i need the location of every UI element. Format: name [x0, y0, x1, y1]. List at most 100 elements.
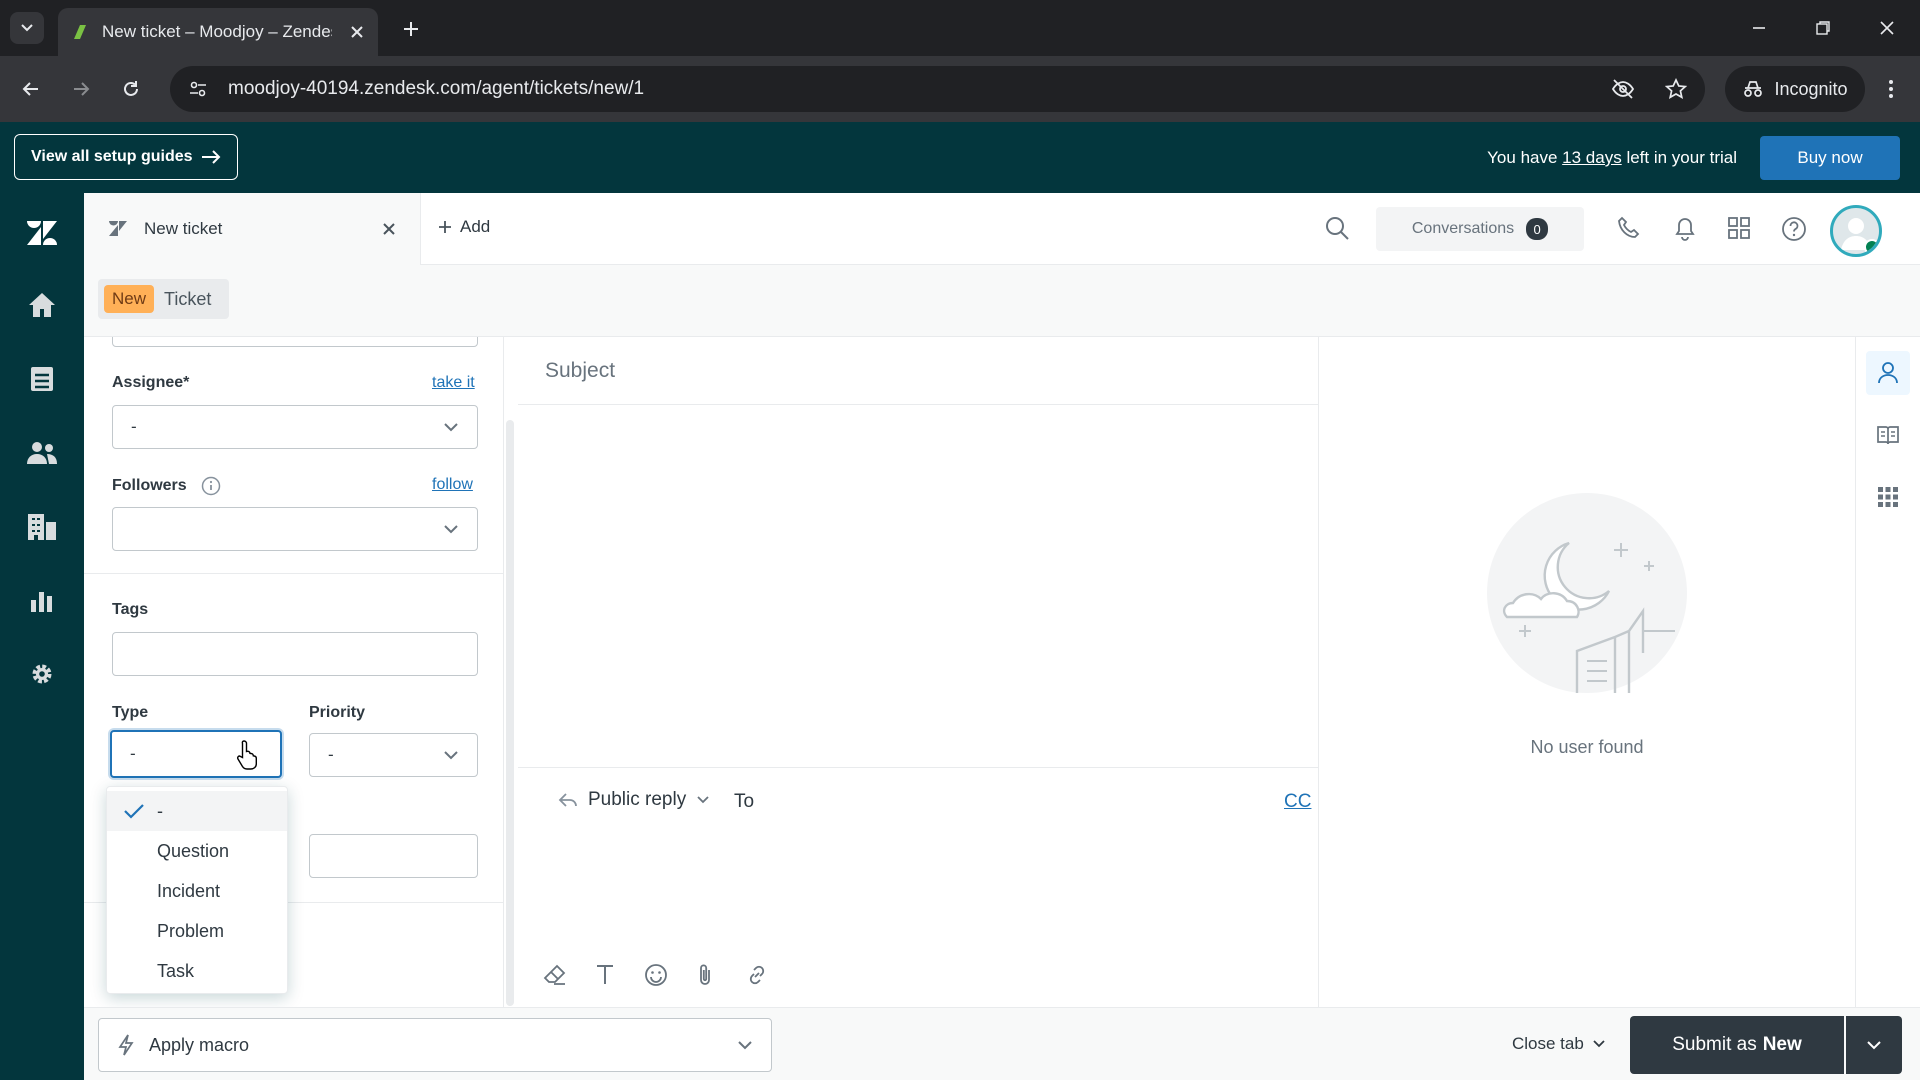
emoji-icon[interactable]: [643, 962, 669, 988]
url-text[interactable]: moodjoy-40194.zendesk.com/agent/tickets/…: [228, 78, 644, 100]
link-icon[interactable]: [744, 962, 770, 988]
browser-menu-button[interactable]: [1876, 74, 1906, 104]
gear-icon[interactable]: [22, 654, 62, 694]
incognito-indicator[interactable]: Incognito: [1725, 66, 1865, 112]
follow-link[interactable]: follow: [432, 476, 473, 494]
apps-grid-icon[interactable]: [1726, 215, 1752, 241]
no-user-illustration: [1477, 485, 1697, 705]
plus-icon: [439, 221, 451, 233]
context-rail: [1855, 337, 1920, 1007]
reply-body-input[interactable]: [538, 837, 1298, 947]
home-icon[interactable]: [22, 285, 62, 325]
info-icon[interactable]: [201, 476, 221, 496]
address-bar[interactable]: moodjoy-40194.zendesk.com/agent/tickets/…: [170, 66, 1705, 112]
organizations-icon[interactable]: [22, 507, 62, 547]
conversations-button[interactable]: Conversations 0: [1376, 207, 1584, 251]
chevron-down-icon: [444, 525, 458, 534]
subject-input[interactable]: Subject: [518, 337, 1318, 405]
site-settings-icon[interactable]: [188, 79, 208, 99]
priority-value: -: [328, 745, 334, 764]
window-close-button[interactable]: [1870, 12, 1904, 44]
views-icon[interactable]: [22, 359, 62, 399]
trial-suffix: left in your trial: [1626, 148, 1737, 167]
star-icon[interactable]: [1665, 78, 1687, 100]
buy-now-button[interactable]: Buy now: [1760, 136, 1900, 180]
browser-tab[interactable]: New ticket – Moodjoy – Zendesk: [58, 8, 378, 56]
close-tab-menu[interactable]: Close tab: [1512, 1034, 1606, 1054]
close-tab-label: Close tab: [1512, 1034, 1584, 1053]
properties-scrollbar[interactable]: [506, 420, 514, 1006]
forward-button[interactable]: [66, 74, 96, 104]
bell-icon[interactable]: [1672, 215, 1698, 241]
submit-options-button[interactable]: [1846, 1016, 1902, 1074]
type-option-task[interactable]: Task: [107, 951, 287, 991]
close-icon[interactable]: [382, 222, 396, 236]
followers-select[interactable]: [112, 507, 478, 551]
assignee-select[interactable]: -: [112, 405, 478, 449]
new-tab-button[interactable]: [396, 14, 426, 44]
incognito-label: Incognito: [1774, 78, 1848, 99]
breadcrumb[interactable]: New Ticket: [98, 279, 230, 319]
chevron-down-icon: [738, 1041, 752, 1050]
minimize-button[interactable]: [1742, 12, 1776, 44]
book-icon: [1877, 426, 1899, 445]
type-option-incident[interactable]: Incident: [107, 871, 287, 911]
phone-icon[interactable]: [1616, 215, 1642, 241]
status-badge: New: [104, 285, 155, 313]
tab-search-button[interactable]: [10, 12, 44, 44]
priority-select[interactable]: -: [309, 733, 478, 777]
reporting-icon[interactable]: [22, 581, 62, 621]
apply-macro-select[interactable]: Apply macro: [98, 1018, 772, 1072]
divider: [518, 767, 1318, 768]
submit-status: New: [1762, 1034, 1802, 1055]
chevron-down-icon: [444, 751, 458, 760]
reply-mode-label: Public reply: [588, 789, 687, 810]
arrow-left-icon: [22, 82, 38, 96]
customer-context-button[interactable]: [1866, 351, 1910, 395]
zendesk-logo-icon[interactable]: [22, 213, 62, 253]
requester-field[interactable]: [112, 337, 478, 347]
eraser-icon[interactable]: [542, 962, 568, 988]
apps-button[interactable]: [1866, 475, 1910, 519]
add-tab-button[interactable]: Add: [438, 217, 490, 237]
reply-mode-selector[interactable]: Public reply: [558, 789, 710, 811]
assignee-label: Assignee*: [112, 374, 190, 391]
close-icon: [1880, 21, 1894, 35]
user-icon: [1878, 362, 1898, 384]
text-format-icon[interactable]: [593, 962, 617, 988]
app-header: New ticket Add Conversations 0: [84, 193, 1920, 265]
tags-input[interactable]: [112, 632, 478, 676]
type-option-question[interactable]: Question: [107, 831, 287, 871]
take-it-link[interactable]: take it: [432, 374, 475, 392]
view-setup-guides-button[interactable]: View all setup guides: [14, 134, 238, 180]
divider: [84, 573, 503, 574]
ticket-tab[interactable]: New ticket: [84, 193, 421, 265]
submit-button[interactable]: Submit as New: [1630, 1016, 1844, 1074]
type-select[interactable]: -: [110, 730, 282, 778]
back-button[interactable]: [16, 74, 46, 104]
knowledge-button[interactable]: [1866, 413, 1910, 457]
help-icon[interactable]: [1780, 215, 1808, 243]
assignee-value: -: [131, 417, 137, 436]
additional-field[interactable]: [309, 834, 478, 878]
restore-button[interactable]: [1806, 12, 1840, 44]
type-option-problem[interactable]: Problem: [107, 911, 287, 951]
eye-off-icon[interactable]: [1611, 78, 1635, 100]
type-label: Type: [112, 704, 149, 721]
add-label: Add: [460, 217, 491, 236]
customers-icon[interactable]: [22, 433, 62, 473]
avatar[interactable]: [1830, 205, 1882, 257]
conversations-label: Conversations: [1411, 220, 1515, 237]
option-label: Incident: [157, 880, 221, 901]
close-tab-icon[interactable]: [350, 25, 364, 39]
type-option-none[interactable]: -: [107, 791, 287, 831]
reply-header: Public reply To CC: [538, 785, 1311, 821]
reload-button[interactable]: [116, 74, 146, 104]
trial-days-link[interactable]: 13 days: [1562, 148, 1622, 167]
breadcrumb-label: Ticket: [164, 288, 212, 309]
conversation-area: [518, 405, 1318, 767]
product-nav: [0, 193, 84, 1080]
cc-link[interactable]: CC: [1284, 791, 1311, 813]
search-icon[interactable]: [1324, 215, 1350, 241]
attachment-icon[interactable]: [694, 962, 716, 988]
